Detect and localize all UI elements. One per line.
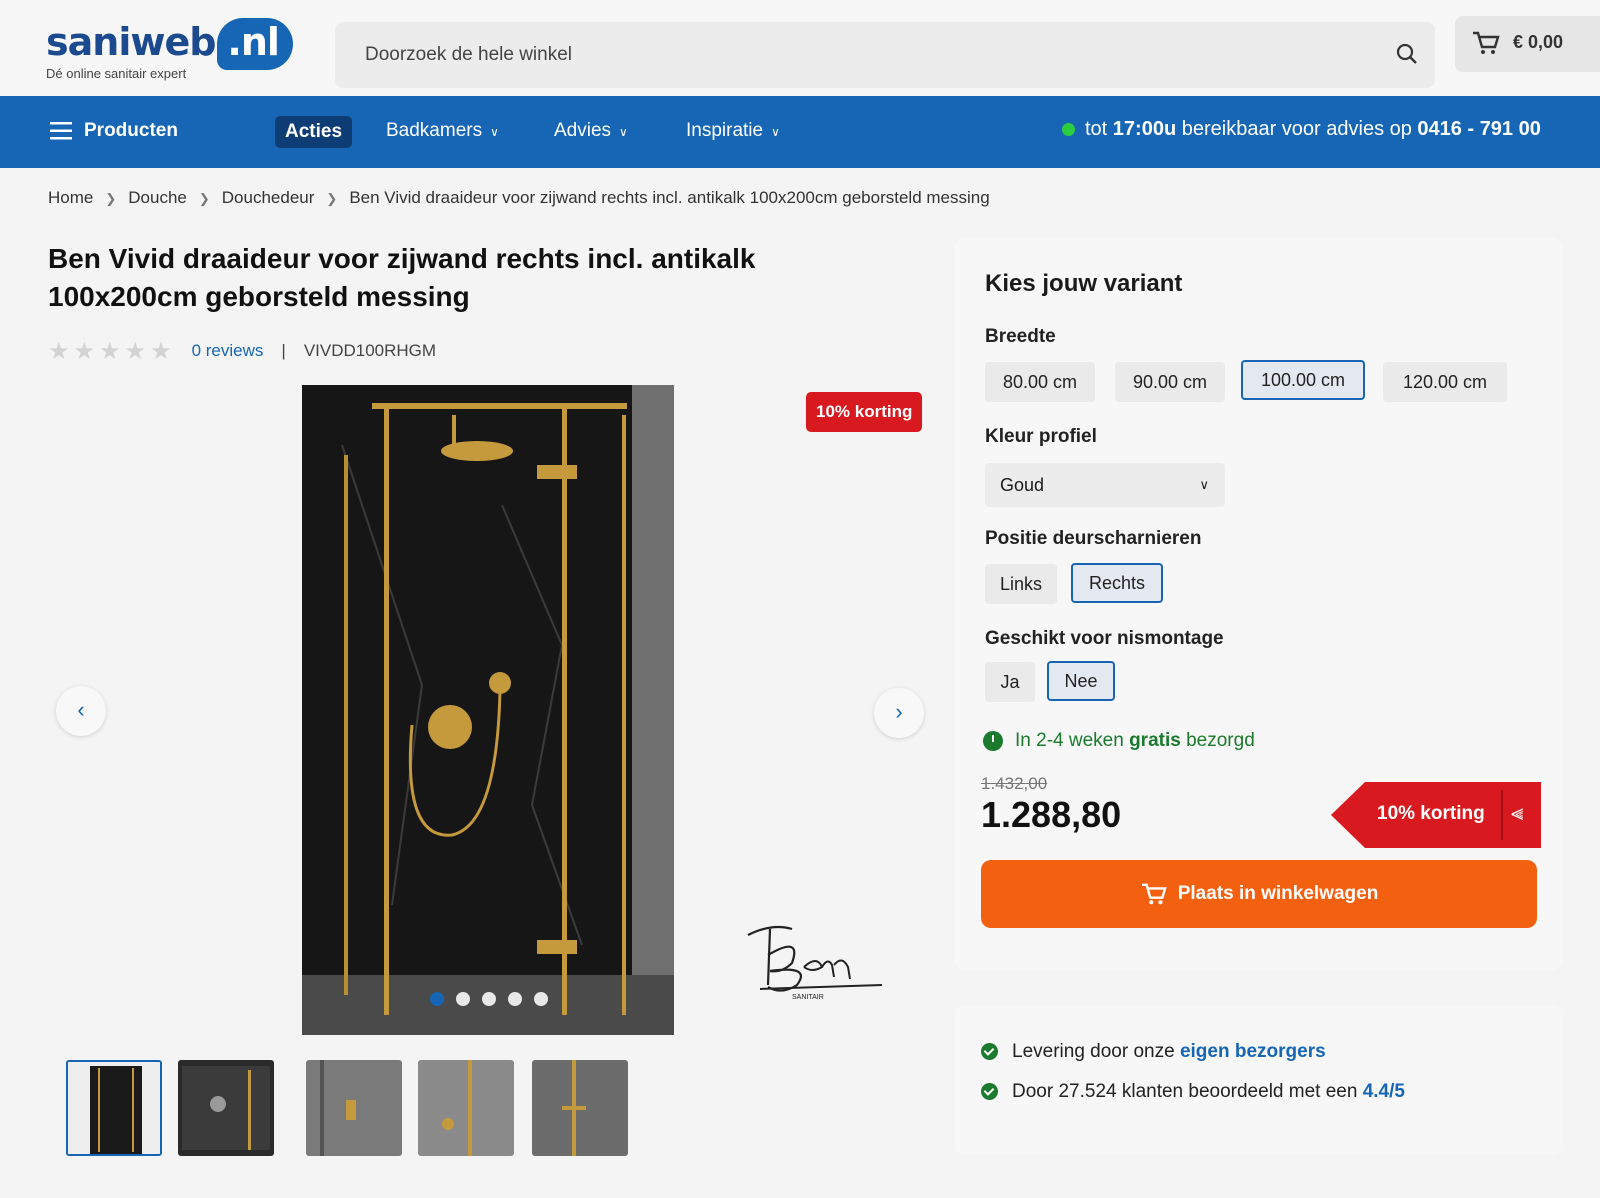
delivery-info: In 2-4 weken gratis bezorgd bbox=[983, 730, 1255, 752]
nav-badkamers[interactable]: Badkamers ∨ bbox=[386, 120, 499, 142]
chevron-down-icon: ∨ bbox=[490, 125, 499, 139]
product-title: Ben Vivid draaideur voor zijwand rechts … bbox=[48, 243, 756, 312]
discount-badge: 10% korting bbox=[806, 392, 923, 432]
chevron-down-icon: ∨ bbox=[619, 125, 628, 139]
usp-delivery: Levering door onze eigen bezorgers bbox=[981, 1041, 1326, 1063]
kleur-value: Goud bbox=[1000, 475, 1045, 495]
discount-flag-label: 10% korting bbox=[1377, 803, 1485, 824]
top-header: saniweb .nl Dé online sanitair expert Doo… bbox=[0, 0, 1600, 100]
breedte-option-90[interactable]: 90.00 cm bbox=[1115, 362, 1225, 402]
breadcrumb-douchedeur[interactable]: Douchedeur bbox=[222, 188, 315, 207]
shower-door-image bbox=[302, 385, 674, 1035]
rating-stars-icon: ★★★★★ bbox=[48, 338, 176, 365]
thumbnail[interactable] bbox=[532, 1060, 628, 1156]
breadcrumb: Home ❯ Douche ❯ Douchedeur ❯ Ben Vivid draaide… bbox=[48, 188, 990, 208]
check-icon bbox=[981, 1083, 998, 1101]
cart-button[interactable]: € 0,00 bbox=[1455, 16, 1600, 72]
breedte-option-80[interactable]: 80.00 cm bbox=[985, 362, 1095, 402]
thumbnail[interactable] bbox=[306, 1060, 402, 1156]
kleur-label: Kleur profiel bbox=[985, 426, 1097, 447]
cart-total: € 0,00 bbox=[1513, 32, 1564, 52]
gallery-next-button[interactable]: › bbox=[874, 688, 924, 738]
check-icon bbox=[981, 1043, 998, 1061]
cart-icon bbox=[1473, 31, 1500, 54]
breadcrumb-separator-icon: ❯ bbox=[105, 191, 117, 206]
flag-tip bbox=[1331, 782, 1365, 848]
main-nav: Producten Acties Badkamers ∨ Advies ∨ Insp… bbox=[0, 96, 1600, 168]
usp-box: Levering door onze eigen bezorgers Door … bbox=[955, 1005, 1563, 1155]
chevron-left-icon: ‹ bbox=[77, 697, 85, 722]
breadcrumb-separator-icon: ❯ bbox=[198, 191, 210, 206]
gallery-dots bbox=[430, 992, 560, 1011]
thumbnail[interactable] bbox=[178, 1060, 274, 1156]
nis-option-nee[interactable]: Nee bbox=[1047, 661, 1115, 701]
positie-label: Positie deurscharnieren bbox=[985, 528, 1202, 549]
variant-panel: Kies jouw variant Breedte 80.00 cm 90.00… bbox=[955, 238, 1563, 970]
breadcrumb-separator-icon: ❯ bbox=[326, 191, 338, 206]
saniweb-logo[interactable]: saniweb .nl Dé online sanitair expert bbox=[46, 18, 293, 81]
thumbnail[interactable] bbox=[418, 1060, 514, 1156]
contact-phone[interactable]: 0416 - 791 00 bbox=[1417, 118, 1540, 140]
nis-label: Geschikt voor nismontage bbox=[985, 628, 1224, 649]
kleur-select[interactable]: Goud ∨ bbox=[985, 463, 1225, 507]
svg-text:SANITAIR: SANITAIR bbox=[792, 994, 824, 1001]
nav-products[interactable]: Producten bbox=[50, 120, 178, 142]
discount-flag[interactable]: 10% korting ⫷ bbox=[1331, 782, 1541, 848]
gallery-dot[interactable] bbox=[508, 992, 522, 1006]
clock-icon bbox=[983, 730, 1003, 751]
search-input[interactable]: Doorzoek de hele winkel bbox=[335, 22, 1435, 88]
chevron-down-icon: ∨ bbox=[1199, 477, 1209, 492]
logo-nl-badge: .nl bbox=[217, 18, 293, 70]
chevron-right-icon: › bbox=[895, 699, 903, 724]
nav-advies[interactable]: Advies ∨ bbox=[554, 120, 628, 142]
rating-score-link[interactable]: 4.4/5 bbox=[1363, 1081, 1405, 1102]
cart-icon bbox=[1141, 883, 1167, 905]
variant-title: Kies jouw variant bbox=[985, 270, 1183, 297]
breadcrumb-current: Ben Vivid draaideur voor zijwand rechts … bbox=[349, 188, 990, 207]
thumbnail[interactable] bbox=[66, 1060, 162, 1156]
old-price: 1.432,00 bbox=[981, 774, 1048, 793]
search-icon[interactable] bbox=[1395, 42, 1419, 66]
online-status-dot bbox=[1062, 123, 1075, 137]
positie-option-links[interactable]: Links bbox=[985, 564, 1057, 604]
gallery-dot[interactable] bbox=[482, 992, 496, 1006]
double-chevron-down-icon: ⫷ bbox=[1511, 800, 1524, 825]
eigen-bezorgers-link[interactable]: eigen bezorgers bbox=[1180, 1041, 1326, 1062]
gallery-dot[interactable] bbox=[534, 992, 548, 1006]
add-to-cart-button[interactable]: Plaats in winkelwagen bbox=[981, 860, 1537, 928]
breedte-option-120[interactable]: 120.00 cm bbox=[1383, 362, 1507, 402]
gallery-dot[interactable] bbox=[456, 992, 470, 1006]
ben-brand-logo: SANITAIR bbox=[742, 915, 892, 1010]
gallery-dot[interactable] bbox=[430, 992, 444, 1006]
product-meta: ★★★★★ 0 reviews | VIVDD100RHGM bbox=[48, 338, 437, 365]
breadcrumb-home[interactable]: Home bbox=[48, 188, 93, 207]
nis-option-ja[interactable]: Ja bbox=[985, 662, 1035, 702]
chevron-down-icon: ∨ bbox=[771, 125, 780, 139]
contact-note: tot 17:00u bereikbaar voor advies op 041… bbox=[1062, 118, 1541, 141]
product-sku: VIVDD100RHGM bbox=[303, 340, 437, 360]
search-placeholder: Doorzoek de hele winkel bbox=[365, 44, 573, 65]
breadcrumb-douche[interactable]: Douche bbox=[128, 188, 187, 207]
price: 1.288,80 bbox=[981, 794, 1122, 835]
positie-option-rechts[interactable]: Rechts bbox=[1071, 563, 1163, 603]
gallery-prev-button[interactable]: ‹ bbox=[56, 686, 106, 736]
flag-divider bbox=[1501, 790, 1503, 840]
breedte-label: Breedte bbox=[985, 326, 1056, 347]
reviews-link[interactable]: 0 reviews bbox=[192, 341, 264, 360]
nav-inspiratie[interactable]: Inspiratie ∨ bbox=[686, 120, 780, 142]
menu-icon bbox=[50, 121, 72, 140]
usp-reviews: Door 27.524 klanten beoordeeld met een 4… bbox=[981, 1081, 1405, 1103]
product-main-image[interactable] bbox=[302, 385, 674, 1035]
breedte-option-100[interactable]: 100.00 cm bbox=[1241, 360, 1365, 400]
nav-acties[interactable]: Acties bbox=[275, 116, 353, 148]
